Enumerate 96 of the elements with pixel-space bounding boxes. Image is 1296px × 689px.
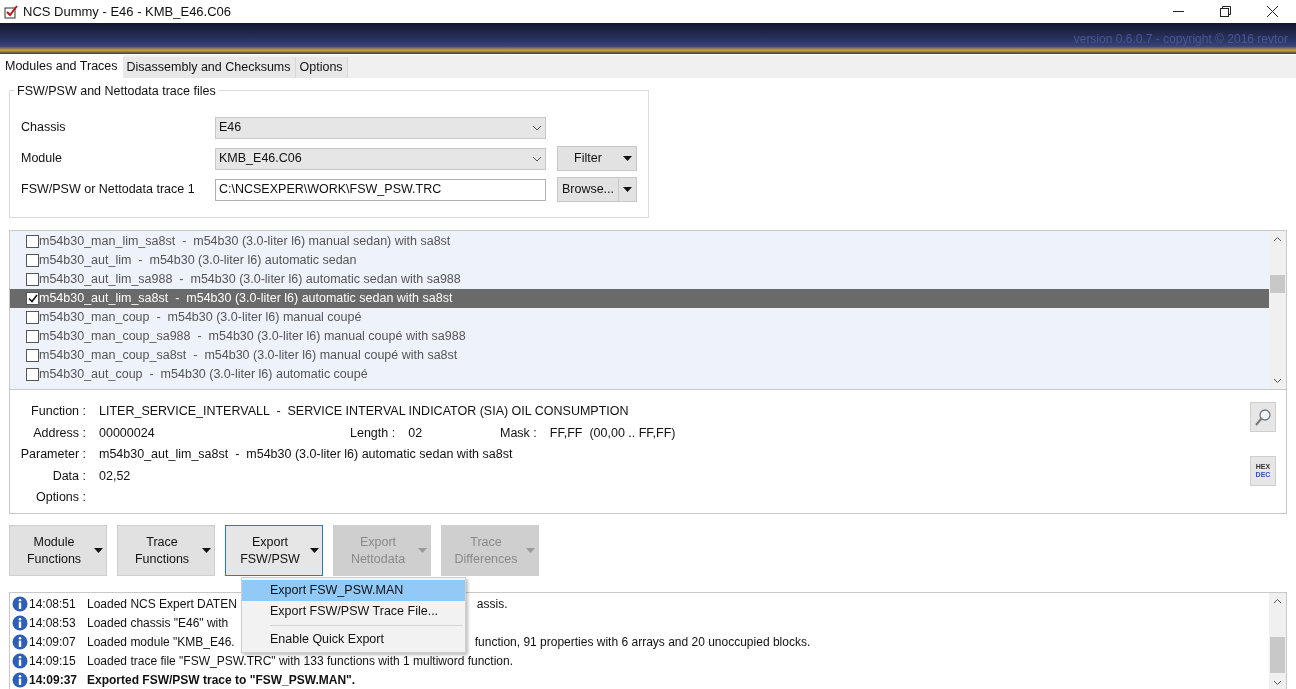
scrollbar[interactable] bbox=[1269, 231, 1286, 389]
action-button[interactable]: Module Functions bbox=[9, 525, 107, 576]
scroll-thumb[interactable] bbox=[1270, 275, 1285, 293]
list-item-text: m54b30_aut_lim_sa988 - m54b30 (3.0-liter l6) automatic sedan with sa988 bbox=[39, 271, 461, 289]
list-item[interactable]: m54b30_aut_lim - m54b30 (3.0-liter l6) automatic sedan bbox=[10, 251, 1269, 270]
list-item[interactable]: m54b30_aut_lim_sa988 - m54b30 (3.0-liter l6) automatic sedan with sa988 bbox=[10, 270, 1269, 289]
detail-value: 02,52 bbox=[99, 467, 131, 485]
log-message: Loaded trace file "FSW_PSW.TRC" with 133 functions with 1 multiword function. bbox=[87, 652, 514, 670]
caret-icon bbox=[623, 187, 632, 192]
action-button[interactable]: Trace Functions bbox=[117, 525, 215, 576]
menu-item[interactable]: Enable Quick Export bbox=[242, 629, 465, 650]
check-icon bbox=[27, 294, 38, 303]
checkbox[interactable] bbox=[26, 349, 39, 362]
detail-label: Parameter : bbox=[19, 446, 86, 464]
info-icon bbox=[12, 614, 28, 631]
log-message: Exported FSW/PSW trace to "FSW_PSW.MAN". bbox=[87, 671, 356, 689]
log-message: function, 91 properties with 6 arrays and 20 unoccupied blocks. bbox=[474, 633, 811, 651]
list-item[interactable]: m54b30_aut_coup - m54b30 (3.0-liter l6) automatic coupé bbox=[10, 365, 1269, 384]
field-label: Chassis bbox=[20, 119, 67, 137]
detail-value: LITER_SERVICE_INTERVALL - SERVICE INTERVAL INDICATOR (SIA) OIL CONSUMPTION bbox=[99, 403, 629, 421]
field-label: Module bbox=[20, 150, 63, 168]
tab[interactable]: Disassembly and Checksums bbox=[122, 57, 296, 78]
chevron-icon bbox=[532, 155, 542, 162]
log-message: Loaded chassis "E46" with bbox=[87, 614, 229, 632]
list-item-text: m54b30_aut_lim_sa8st - m54b30 (3.0-liter l6) automatic sedan with sa8st bbox=[39, 290, 453, 308]
checkbox[interactable] bbox=[26, 330, 39, 343]
log-time: 14:09:07 bbox=[29, 633, 77, 651]
list-item-text: m54b30_man_coup_sa8st - m54b30 (3.0-liter l6) manual coupé with sa8st bbox=[39, 347, 458, 365]
log-time: 14:08:53 bbox=[29, 614, 77, 632]
action-button: Trace Differences bbox=[441, 525, 539, 576]
detail-label: Length : bbox=[350, 424, 396, 442]
menu-item[interactable]: Export FSW/PSW Trace File... bbox=[242, 601, 465, 622]
action-button: Export Nettodata bbox=[333, 525, 431, 576]
log-message: Loaded module "KMB_E46. bbox=[87, 633, 235, 651]
detail-value: 00000024 bbox=[99, 424, 155, 442]
list-item[interactable]: m54b30_man_lim_sa8st - m54b30 (3.0-liter l6) manual sedan) with sa8st bbox=[10, 232, 1269, 251]
log-time: 14:09:15 bbox=[29, 652, 77, 670]
log-time: 14:09:37 bbox=[29, 671, 79, 689]
dropdown[interactable]: KMB_E46.C06 bbox=[215, 147, 546, 170]
detail-label: Data : bbox=[51, 467, 86, 485]
scroll-down-icon[interactable] bbox=[1273, 680, 1282, 686]
list-item-text: m54b30_man_coup_sa988 - m54b30 (3.0-liter l6) manual coupé with sa988 bbox=[39, 328, 466, 346]
scroll-down-icon[interactable] bbox=[1273, 378, 1282, 384]
list-item-text: m54b30_man_lim_sa8st - m54b30 (3.0-liter l6) manual sedan) with sa8st bbox=[39, 233, 451, 251]
list-item[interactable]: m54b30_man_coup - m54b30 (3.0-liter l6) manual coupé bbox=[10, 308, 1269, 327]
split-button[interactable]: Filter bbox=[557, 146, 637, 171]
list-item-text: m54b30_aut_lim - m54b30 (3.0-liter l6) automatic sedan bbox=[39, 252, 357, 270]
checkbox[interactable] bbox=[26, 235, 39, 248]
dropdown[interactable]: E46 bbox=[215, 116, 546, 139]
action-button[interactable]: Export FSW/PSW bbox=[225, 525, 323, 576]
chevron-icon bbox=[532, 124, 542, 131]
caret-icon bbox=[93, 548, 103, 553]
search-icon bbox=[1255, 408, 1271, 426]
checkbox[interactable] bbox=[26, 311, 39, 324]
scroll-thumb[interactable] bbox=[1270, 637, 1285, 673]
checkbox[interactable] bbox=[26, 254, 39, 267]
window-title: NCS Dummy - E46 - KMB_E46.C06 bbox=[23, 2, 232, 21]
detail-label: Options : bbox=[34, 489, 86, 507]
list-item[interactable]: m54b30_man_coup_sa8st - m54b30 (3.0-liter l6) manual coupé with sa8st bbox=[10, 346, 1269, 365]
list-item[interactable]: m54b30_aut_lim_sa8st - m54b30 (3.0-liter l6) automatic sedan with sa8st bbox=[10, 289, 1269, 308]
checkbox[interactable] bbox=[26, 368, 39, 381]
scroll-up-icon[interactable] bbox=[1273, 598, 1282, 604]
scrollbar[interactable] bbox=[1269, 593, 1286, 689]
info-icon bbox=[12, 633, 28, 650]
caret-icon bbox=[417, 548, 427, 553]
path-field[interactable]: C:\NCSEXPER\WORK\FSW_PSW.TRC bbox=[215, 178, 546, 201]
search-button[interactable] bbox=[1250, 402, 1276, 432]
checkbox[interactable] bbox=[26, 292, 39, 305]
log-message: assis. bbox=[476, 595, 508, 613]
detail-value: FF,FF (00,00 .. FF,FF) bbox=[549, 424, 676, 442]
app-icon bbox=[4, 4, 18, 19]
caret-icon bbox=[525, 548, 535, 553]
list-item-text: m54b30_aut_coup - m54b30 (3.0-liter l6) automatic coupé bbox=[39, 366, 368, 384]
log-time: 14:08:51 bbox=[29, 595, 77, 613]
checkbox[interactable] bbox=[26, 273, 39, 286]
caret-icon bbox=[201, 548, 211, 553]
tab[interactable]: Options bbox=[295, 57, 348, 78]
list-item-text: m54b30_man_coup - m54b30 (3.0-liter l6) manual coupé bbox=[39, 309, 362, 327]
list-item[interactable]: m54b30_man_coup_sa988 - m54b30 (3.0-liter l6) manual coupé with sa988 bbox=[10, 327, 1269, 346]
scroll-up-icon[interactable] bbox=[1273, 236, 1282, 242]
split-button[interactable]: Browse... bbox=[557, 177, 637, 202]
field-label: FSW/PSW or Nettodata trace 1 bbox=[20, 181, 196, 199]
close-icon[interactable] bbox=[1267, 6, 1278, 17]
detail-value: m54b30_aut_lim_sa8st - m54b30 (3.0-liter l6) automatic sedan with sa8st bbox=[99, 446, 513, 464]
detail-label: Mask : bbox=[500, 424, 537, 442]
info-icon bbox=[12, 595, 28, 612]
log-message: Loaded NCS Expert DATEN bbox=[87, 595, 237, 613]
restore-icon[interactable] bbox=[1220, 6, 1231, 17]
tab[interactable]: Modules and Traces bbox=[0, 55, 123, 78]
menu-item[interactable]: Export FSW_PSW.MAN bbox=[242, 580, 465, 601]
detail-label: Function : bbox=[30, 403, 86, 421]
detail-value: 02 bbox=[408, 424, 423, 442]
caret-icon bbox=[622, 156, 632, 161]
detail-label: Address : bbox=[32, 424, 86, 442]
caret-icon bbox=[309, 548, 319, 553]
info-icon bbox=[12, 652, 28, 669]
